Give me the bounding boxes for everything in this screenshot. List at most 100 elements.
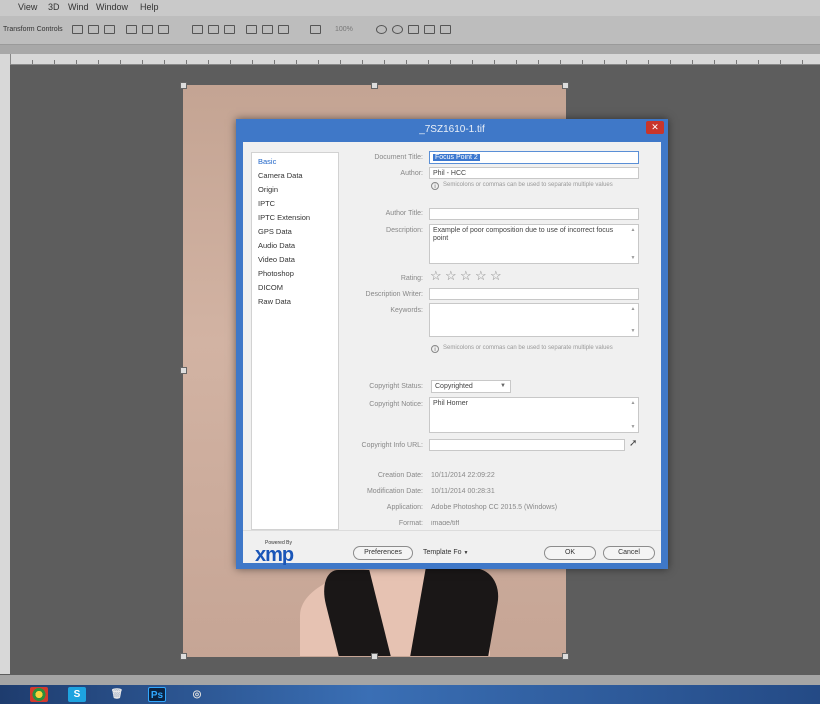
horizontal-ruler <box>10 54 820 65</box>
scroll-up-icon[interactable]: ▲ <box>630 400 636 406</box>
cancel-button[interactable]: Cancel <box>603 546 655 560</box>
distribute-hcenter-icon[interactable] <box>262 25 273 34</box>
creation-date-value: 10/11/2014 22:09:22 <box>431 472 495 479</box>
sidebar-item-origin[interactable]: Origin <box>258 185 278 194</box>
chevron-down-icon: ▼ <box>500 383 506 389</box>
preferences-button[interactable]: Preferences <box>353 546 413 560</box>
skype-icon[interactable]: S <box>68 687 86 702</box>
description-label: Description: <box>386 227 423 234</box>
info-icon: i <box>431 345 439 353</box>
keywords-label: Keywords: <box>390 307 423 314</box>
transform-handle[interactable] <box>562 82 569 89</box>
copyright-status-select[interactable]: Copyrighted ▼ <box>431 380 511 393</box>
description-textarea[interactable]: Example of poor composition due to use o… <box>429 224 639 264</box>
transform-handle[interactable] <box>180 367 187 374</box>
transform-handle[interactable] <box>371 653 378 660</box>
windows-taskbar: S 🗑 Ps ◎ <box>0 685 820 704</box>
menu-3d[interactable]: 3D <box>48 2 60 12</box>
sidebar-item-iptc-extension[interactable]: IPTC Extension <box>258 213 310 222</box>
distribute-bottom-icon[interactable] <box>224 25 235 34</box>
align-top-icon[interactable] <box>72 25 83 34</box>
close-button[interactable]: ✕ <box>646 121 664 134</box>
recycle-bin-icon[interactable]: 🗑 <box>108 687 126 702</box>
align-bottom-icon[interactable] <box>104 25 115 34</box>
scroll-up-icon[interactable]: ▲ <box>630 306 636 312</box>
modification-date-label: Modification Date: <box>366 488 423 495</box>
rating-label: Rating: <box>400 275 423 282</box>
document-title-input[interactable]: Focus Point 2 <box>429 151 639 164</box>
scroll-down-icon[interactable]: ▼ <box>630 328 636 334</box>
format-value: image/tiff <box>431 520 460 525</box>
menu-view2[interactable]: Wind <box>68 2 89 12</box>
rating-star-icon[interactable]: ☆ <box>475 268 487 284</box>
menu-window[interactable]: Window <box>96 2 128 12</box>
copyright-url-input[interactable] <box>429 439 625 451</box>
distribute-left-icon[interactable] <box>246 25 257 34</box>
distribute-vcenter-icon[interactable] <box>208 25 219 34</box>
scroll-down-icon[interactable]: ▼ <box>630 255 636 261</box>
chrome-icon[interactable] <box>30 687 48 702</box>
sidebar-item-raw-data[interactable]: Raw Data <box>258 297 291 306</box>
rating-star-icon[interactable]: ☆ <box>460 268 472 284</box>
3d-slide-icon[interactable] <box>424 25 435 34</box>
application-value: Adobe Photoshop CC 2015.5 (Windows) <box>431 504 558 511</box>
rating-star-icon[interactable]: ☆ <box>445 268 457 284</box>
transform-handle[interactable] <box>180 82 187 89</box>
menu-view[interactable]: View <box>18 2 37 12</box>
creation-date-label: Creation Date: <box>377 472 423 479</box>
author-label: Author: <box>400 170 423 177</box>
auto-align-icon[interactable] <box>310 25 321 34</box>
scroll-up-icon[interactable]: ▲ <box>630 227 636 233</box>
dialog-body: Basic Camera Data Origin IPTC IPTC Exten… <box>243 142 661 566</box>
menu-help[interactable]: Help <box>140 2 159 12</box>
scroll-down-icon[interactable]: ▼ <box>630 424 636 430</box>
align-vcenter-icon[interactable] <box>88 25 99 34</box>
author-title-label: Author Title: <box>385 210 423 217</box>
info-icon: i <box>431 182 439 190</box>
copyright-notice-label: Copyright Notice: <box>369 401 423 408</box>
options-bar: Transform Controls 100% <box>0 16 820 45</box>
open-url-arrow-icon[interactable]: ➚ <box>629 438 637 449</box>
3d-scale-icon[interactable] <box>440 25 451 34</box>
distribute-top-icon[interactable] <box>192 25 203 34</box>
copyright-status-label: Copyright Status: <box>369 383 423 390</box>
align-left-icon[interactable] <box>126 25 137 34</box>
chevron-down-icon: ▼ <box>463 550 469 556</box>
author-input[interactable]: Phil - HCC <box>429 167 639 179</box>
keywords-separator-note: Semicolons or commas can be used to sepa… <box>443 345 613 351</box>
sidebar-item-video-data[interactable]: Video Data <box>258 255 295 264</box>
transform-handle[interactable] <box>562 653 569 660</box>
transform-handle[interactable] <box>180 653 187 660</box>
align-right-icon[interactable] <box>158 25 169 34</box>
transform-handle[interactable] <box>371 82 378 89</box>
distribute-right-icon[interactable] <box>278 25 289 34</box>
copyright-notice-textarea[interactable]: Phil Horner ▲ ▼ <box>429 397 639 433</box>
description-value: Example of poor composition due to use o… <box>433 227 614 242</box>
sidebar-item-iptc[interactable]: IPTC <box>258 199 275 208</box>
transform-controls-label: Transform Controls <box>3 26 63 33</box>
description-writer-input[interactable] <box>429 288 639 300</box>
sidebar-item-camera-data[interactable]: Camera Data <box>258 171 303 180</box>
keywords-textarea[interactable]: ▲ ▼ <box>429 303 639 337</box>
sidebar-item-photoshop[interactable]: Photoshop <box>258 269 294 278</box>
document-title-value: Focus Point 2 <box>433 154 480 161</box>
format-label: Format: <box>398 520 423 525</box>
app-icon[interactable]: ◎ <box>188 687 206 702</box>
template-folder-menu[interactable]: Template Fo ▼ <box>423 549 468 556</box>
sidebar-item-audio-data[interactable]: Audio Data <box>258 241 295 250</box>
sidebar-item-dicom[interactable]: DICOM <box>258 283 283 292</box>
copyright-notice-value: Phil Horner <box>433 400 469 407</box>
author-separator-note: Semicolons or commas can be used to sepa… <box>443 182 613 188</box>
3d-rotate-icon[interactable] <box>376 25 387 34</box>
author-title-input[interactable] <box>429 208 639 220</box>
align-hcenter-icon[interactable] <box>142 25 153 34</box>
rating-star-icon[interactable]: ☆ <box>490 268 502 284</box>
ok-button[interactable]: OK <box>544 546 596 560</box>
sidebar-item-basic[interactable]: Basic <box>258 157 276 166</box>
3d-pan-icon[interactable] <box>408 25 419 34</box>
modification-date-value: 10/11/2014 00:28:31 <box>431 488 495 495</box>
rating-star-icon[interactable]: ☆ <box>430 268 442 284</box>
sidebar-item-gps-data[interactable]: GPS Data <box>258 227 292 236</box>
photoshop-icon[interactable]: Ps <box>148 687 166 702</box>
3d-roll-icon[interactable] <box>392 25 403 34</box>
